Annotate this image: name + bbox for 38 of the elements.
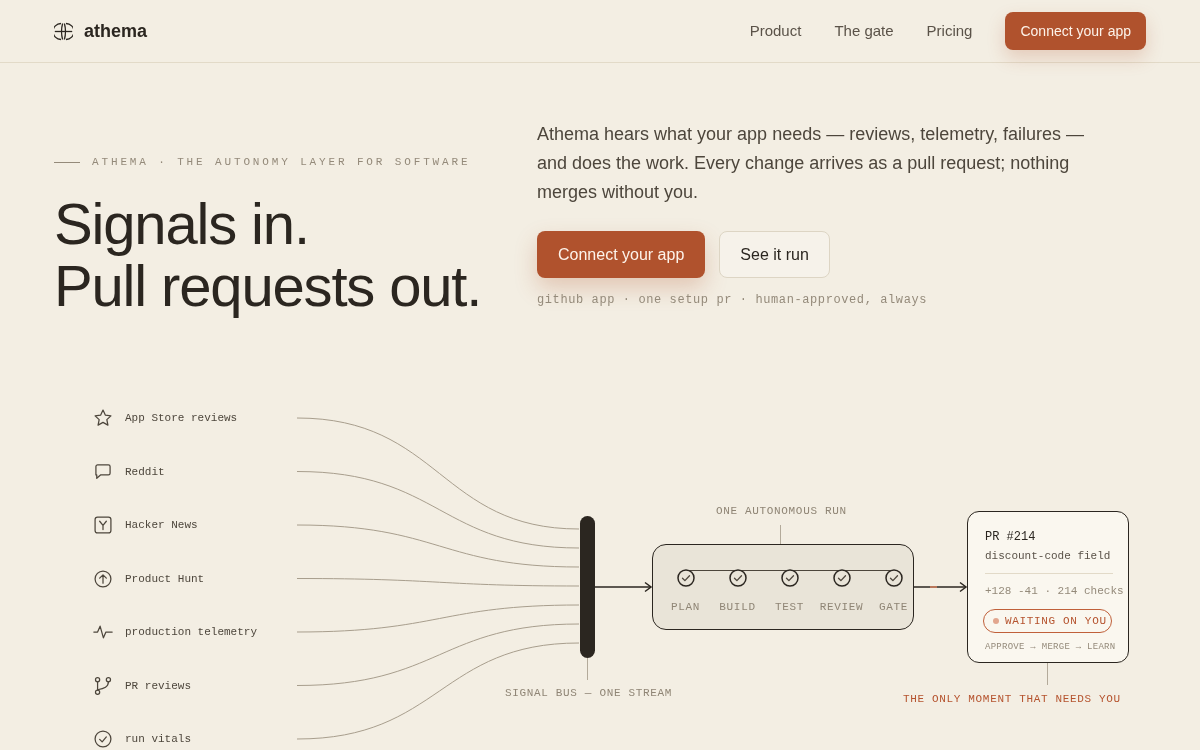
nav-link[interactable]: Pricing — [926, 19, 973, 43]
step-label: PLAN — [670, 599, 700, 614]
signal-source-label: Reddit — [125, 464, 165, 479]
run-label: ONE AUTONOMOUS RUN — [716, 504, 847, 518]
arrow-up-circle-icon — [93, 568, 113, 589]
pr-stats: +128 -41 · 214 checks — [985, 584, 1125, 598]
star-icon — [93, 408, 113, 428]
connect-app-button[interactable]: Connect your app — [1005, 12, 1146, 50]
signal-source-label: production telemetry — [125, 625, 258, 639]
bus-label: SIGNAL BUS — ONE STREAM — [505, 686, 672, 700]
hero-headline: Signals in. Pull requests out. — [54, 193, 483, 317]
check-circle-icon — [93, 729, 113, 749]
hero-description: Athema hears what your app needs — reviews, telemetry, failures — and does the work. Every change arrives as a pull request; nothing merges without you. — [537, 123, 1085, 204]
signal-source-label: PR reviews — [125, 678, 191, 693]
signal-source-label: App Store reviews — [125, 411, 238, 425]
see-it-run-button[interactable]: See it run — [719, 231, 830, 278]
branch-icon — [93, 675, 113, 696]
hero-caption: github app · one setup pr · human-approved, always — [537, 292, 929, 308]
nav-link[interactable]: Product — [749, 19, 802, 43]
signal-source-label: run vitals — [125, 732, 191, 746]
connect-app-button[interactable]: Connect your app — [537, 231, 706, 278]
status-dot-icon — [993, 618, 999, 624]
pr-subtitle: discount-code field — [985, 549, 1112, 564]
eyebrow-text: ATHEMA · THE AUTONOMY LAYER FOR SOFTWARE — [92, 155, 471, 169]
gate-note: THE ONLY MOMENT THAT NEEDS YOU — [903, 692, 1121, 706]
step-label: TEST — [774, 599, 804, 614]
step-label: REVIEW — [819, 599, 864, 614]
pr-title: PR #214 — [985, 529, 1037, 545]
step-label: GATE — [878, 599, 908, 614]
signal-source-label: Hacker News — [125, 518, 198, 532]
pr-next-steps: APPROVE → MERGE → LEARN — [985, 641, 1126, 653]
step-label: BUILD — [719, 599, 756, 614]
y-square-icon — [93, 515, 113, 535]
brand-name[interactable]: athema — [84, 22, 148, 40]
signal-source-label: Product Hunt — [125, 571, 205, 586]
speech-bubble-icon — [93, 461, 113, 482]
nav-link[interactable]: The gate — [834, 19, 894, 43]
globe-logo-icon — [54, 21, 73, 41]
